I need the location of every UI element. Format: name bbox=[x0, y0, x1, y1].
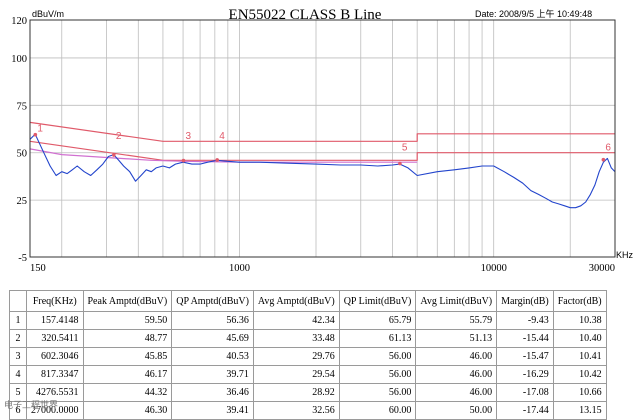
table-cell: 44.32 bbox=[82, 383, 173, 402]
emc-chart: dBuV/m EN55022 CLASS B Line Date: 2008/9… bbox=[11, 7, 634, 274]
x-tick-label: 150 bbox=[30, 263, 46, 274]
marker-label: 5 bbox=[402, 142, 408, 153]
table-cell: 28.92 bbox=[252, 383, 340, 402]
table-cell: 10.40 bbox=[552, 329, 607, 348]
table-cell: 56.00 bbox=[338, 365, 417, 384]
table-cell: 39.41 bbox=[171, 401, 254, 420]
table-cell: 59.50 bbox=[82, 311, 173, 330]
date-label: Date: 2008/9/5 上午 10:49:48 bbox=[475, 8, 592, 19]
table-cell: 33.48 bbox=[252, 329, 340, 348]
y-tick-label: 50 bbox=[17, 149, 28, 160]
table-header-qp: QP Amptd(dBuV) bbox=[171, 290, 254, 312]
table-cell: 602.3046 bbox=[26, 347, 84, 366]
table-cell-index: 2 bbox=[9, 329, 27, 348]
table-cell-index: 1 bbox=[9, 311, 27, 330]
table-cell: 46.00 bbox=[415, 365, 498, 384]
series-line-measurement bbox=[29, 133, 616, 209]
table-cell: 29.76 bbox=[252, 347, 340, 366]
table-cell: 51.13 bbox=[415, 329, 498, 348]
table-header-peak: Peak Amptd(dBuV) bbox=[82, 290, 173, 312]
watermark-text: 电子工程世界 bbox=[4, 400, 59, 410]
table-cell: 10.66 bbox=[552, 383, 607, 402]
marker-point bbox=[112, 153, 116, 157]
table-cell: 10.42 bbox=[552, 365, 607, 384]
table-header-freq: Freq(KHz) bbox=[26, 290, 84, 312]
table-cell: 32.56 bbox=[252, 401, 340, 420]
table-row: 1 157.4148 59.50 56.36 42.34 65.79 55.79 -9.43 1… bbox=[9, 311, 607, 330]
table-row: 5 4276.5531 44.32 36.46 28.92 56.00 46.00 -17.0… bbox=[9, 383, 607, 402]
y-tick-label: 120 bbox=[11, 16, 27, 27]
table-cell: 65.79 bbox=[338, 311, 417, 330]
table-row: 6 27000.0000 46.30 39.41 32.56 60.00 50.00 -17.… bbox=[9, 401, 607, 420]
table-cell: 48.77 bbox=[82, 329, 173, 348]
table-header-row: Freq(KHz) Peak Amptd(dBuV) QP Amptd(dBuV… bbox=[9, 290, 607, 312]
table-cell: -17.44 bbox=[496, 401, 554, 420]
x-axis-unit-label: KHz bbox=[616, 250, 634, 260]
table-header-index bbox=[9, 290, 27, 312]
table-cell: 817.3347 bbox=[26, 365, 84, 384]
marker-label: 3 bbox=[185, 131, 191, 142]
table-cell: 45.69 bbox=[171, 329, 254, 348]
marker-point bbox=[601, 157, 606, 162]
tick-labels: -5255075100120150 1000 10000 30000 bbox=[11, 16, 615, 274]
table-cell: 13.15 bbox=[552, 401, 607, 420]
measurement-table: Freq(KHz) Peak Amptd(dBuV) QP Amptd(dBuV… bbox=[9, 290, 607, 420]
table-header-margin: Margin(dB) bbox=[496, 290, 554, 312]
table-header-avg-limit: Avg Limit(dBuV) bbox=[415, 290, 498, 312]
marker-label: 2 bbox=[116, 131, 122, 142]
table-row: 4 817.3347 46.17 39.71 29.54 56.00 46.00 -16.29… bbox=[9, 365, 607, 384]
marker-point bbox=[181, 158, 186, 163]
table-cell: 39.71 bbox=[171, 365, 254, 384]
x-tick-label: 10000 bbox=[481, 263, 507, 274]
table-cell-index: 4 bbox=[9, 365, 27, 384]
y-tick-label: -5 bbox=[18, 253, 27, 264]
table-cell: 45.85 bbox=[82, 347, 173, 366]
table-header-qp-limit: QP Limit(dBuV) bbox=[338, 290, 417, 312]
table-cell-index: 3 bbox=[9, 347, 27, 366]
x-tick-label: 1000 bbox=[229, 263, 250, 274]
table-cell: 157.4148 bbox=[26, 311, 84, 330]
marker-label: 4 bbox=[219, 131, 225, 142]
y-tick-label: 25 bbox=[17, 196, 28, 207]
table-cell: -9.43 bbox=[496, 311, 554, 330]
series-line-limit-avg bbox=[29, 140, 615, 161]
table-cell: -15.47 bbox=[496, 347, 554, 366]
table-cell: -17.08 bbox=[496, 383, 554, 402]
table-cell: 56.00 bbox=[338, 383, 417, 402]
chart-title: EN55022 CLASS B Line bbox=[229, 7, 382, 23]
table-row: 3 602.3046 45.85 40.53 29.76 56.00 46.00 -15.47… bbox=[9, 347, 607, 366]
table-cell: 29.54 bbox=[252, 365, 340, 384]
table-cell: 40.53 bbox=[171, 347, 254, 366]
y-axis-unit-label: dBuV/m bbox=[32, 9, 64, 19]
table-header-avg: Avg Amptd(dBuV) bbox=[252, 290, 340, 312]
y-tick-label: 75 bbox=[17, 101, 28, 112]
table-cell: 42.34 bbox=[252, 311, 340, 330]
table-cell: 46.00 bbox=[415, 383, 498, 402]
table-cell: 46.30 bbox=[82, 401, 173, 420]
table-cell: 50.00 bbox=[415, 401, 498, 420]
table-cell: 320.5411 bbox=[26, 329, 84, 348]
marker-point bbox=[215, 158, 219, 162]
table-cell: -15.44 bbox=[496, 329, 554, 348]
y-tick-label: 100 bbox=[11, 54, 27, 65]
table-cell: 61.13 bbox=[338, 329, 417, 348]
marker-label: 1 bbox=[37, 123, 43, 134]
marker-point bbox=[398, 161, 402, 166]
table-cell: 46.17 bbox=[82, 365, 173, 384]
table-cell: 10.41 bbox=[552, 347, 607, 366]
table-cell: 36.46 bbox=[171, 383, 254, 402]
x-tick-label: 30000 bbox=[589, 263, 615, 274]
table-cell: 56.36 bbox=[171, 311, 254, 330]
marker-label: 6 bbox=[605, 142, 611, 153]
table-cell: -16.29 bbox=[496, 365, 554, 384]
table-cell: 56.00 bbox=[338, 347, 417, 366]
marker-layer: 1 2 3 4 5 6 bbox=[33, 123, 611, 166]
table-header-factor: Factor(dB) bbox=[552, 290, 607, 312]
table-cell: 46.00 bbox=[415, 347, 498, 366]
table-cell: 55.79 bbox=[415, 311, 498, 330]
table-cell: 60.00 bbox=[338, 401, 417, 420]
table-row: 2 320.5411 48.77 45.69 33.48 61.13 51.13 -15.44… bbox=[9, 329, 607, 348]
table-cell: 10.38 bbox=[552, 311, 607, 330]
